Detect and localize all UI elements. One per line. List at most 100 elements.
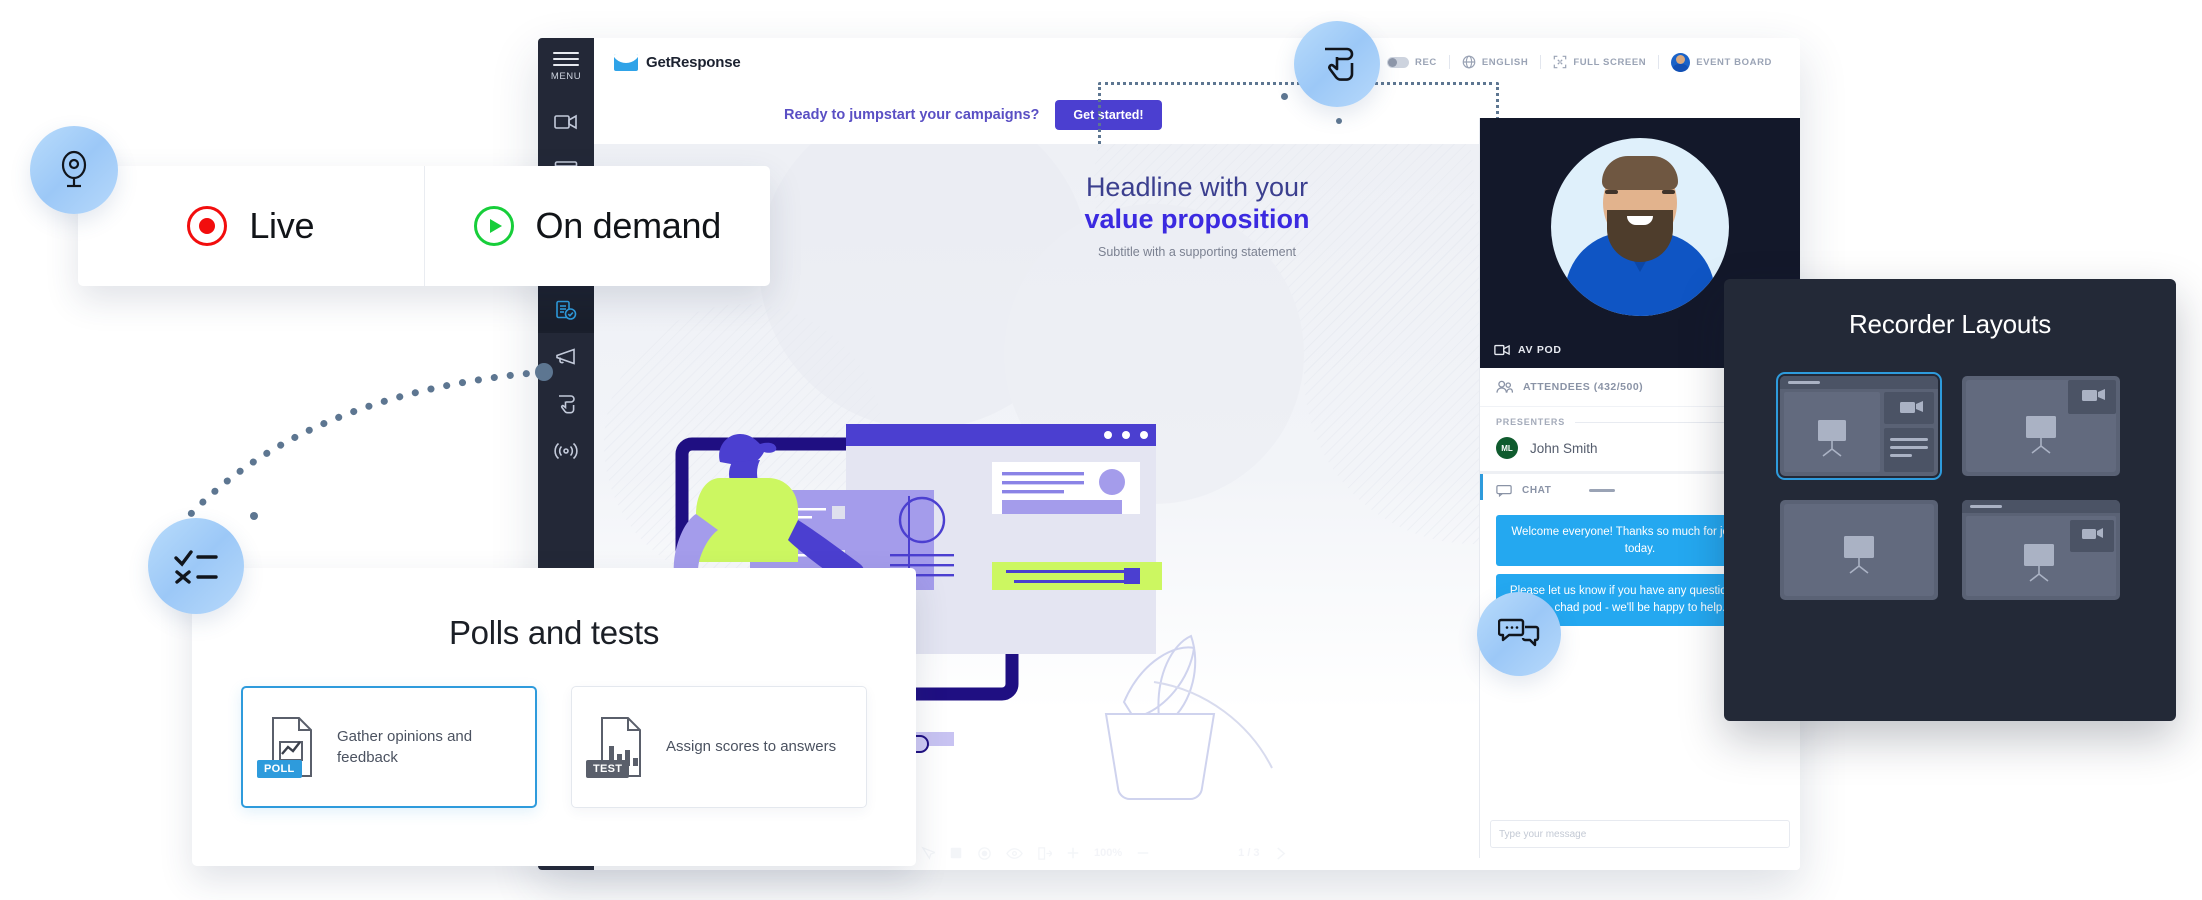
- av-pod-label: AV POD: [1518, 344, 1562, 356]
- sidebar-item-video[interactable]: [538, 98, 594, 145]
- mode-option-on-demand[interactable]: On demand: [423, 166, 771, 286]
- test-tag: TEST: [586, 760, 630, 778]
- rec-label: REC: [1415, 56, 1437, 68]
- topbar-actions: REC ENGLISH FULL SCREEN EVENT BOARD: [1375, 52, 1800, 72]
- zoom-out-icon[interactable]: [1136, 846, 1150, 860]
- screenshot-stage: MENU GetResponse REC ENGLISH FULL SCREEN…: [0, 0, 2202, 900]
- eye-icon[interactable]: [1006, 847, 1023, 860]
- record-icon[interactable]: [977, 846, 992, 861]
- envelope-icon: [614, 53, 638, 71]
- presenter-video-thumbnail: [1551, 138, 1729, 316]
- presenter-name: John Smith: [1530, 440, 1598, 456]
- sidebar-item-broadcast[interactable]: [538, 427, 594, 474]
- webinar-topbar: GetResponse REC ENGLISH FULL SCREEN EVEN…: [594, 38, 1800, 87]
- brand-logo: GetResponse: [614, 53, 741, 71]
- test-document-icon: TEST: [586, 716, 648, 778]
- decorative-dot: [250, 512, 258, 520]
- layout-screen-with-cam-and-chat[interactable]: [1776, 372, 1942, 480]
- polls-and-tests-card: Polls and tests POLL Gather opinions and…: [192, 568, 916, 866]
- chat-icon: [1496, 484, 1512, 497]
- attendees-label: ATTENDEES (432/500): [1523, 381, 1644, 393]
- next-page-icon[interactable]: [1274, 846, 1287, 861]
- people-icon: [1496, 380, 1513, 393]
- video-camera-icon: [554, 114, 577, 129]
- recorder-layouts-title: Recorder Layouts: [1848, 309, 2052, 339]
- fullscreen-icon: [1554, 55, 1567, 69]
- presenters-header-label: PRESENTERS: [1496, 417, 1566, 427]
- presenter-eye-right: [1662, 190, 1675, 194]
- recorder-layouts-grid: [1724, 372, 2176, 600]
- sidebar-icon-list: [538, 98, 594, 474]
- thumb-graphic: [1966, 380, 2116, 472]
- decorative-dot: [1336, 118, 1342, 124]
- fullscreen-button[interactable]: FULL SCREEN: [1541, 55, 1658, 69]
- thumb-graphic: [1784, 504, 1934, 596]
- decorative-dot: [1281, 93, 1288, 100]
- play-circle-icon: [473, 206, 514, 246]
- rec-toggle-button[interactable]: REC: [1375, 56, 1449, 68]
- av-pod-label-row: AV POD: [1494, 344, 1562, 356]
- avatar: [1671, 52, 1691, 72]
- sidebar-item-polls[interactable]: [538, 286, 594, 333]
- cta-hand-icon: [1325, 47, 1354, 81]
- poll-option-test[interactable]: TEST Assign scores to answers: [571, 686, 867, 808]
- polls-card-title: Polls and tests: [448, 614, 660, 651]
- sidebar-item-click-action[interactable]: [538, 380, 594, 427]
- cursor-icon[interactable]: [920, 846, 935, 861]
- mode-option-live-label: Live: [249, 205, 315, 246]
- layout-screen-with-cam-overlay[interactable]: [1962, 376, 2120, 476]
- presenter-eye-left: [1605, 190, 1618, 194]
- sidebar-menu-label: MENU: [550, 71, 582, 82]
- thumb-titlebar: [1780, 376, 1938, 389]
- sidebar-item-call-to-action[interactable]: [538, 333, 594, 380]
- thumb-graphic: [1784, 392, 1934, 472]
- mode-selector-card: Live On demand: [78, 166, 770, 286]
- recorder-layouts-panel: Recorder Layouts: [1724, 279, 2176, 721]
- poll-option-poll[interactable]: POLL Gather opinions and feedback: [241, 686, 537, 808]
- chat-input[interactable]: Type your message: [1490, 820, 1790, 848]
- sidebar-menu-button[interactable]: MENU: [538, 38, 594, 82]
- webcam-icon: [61, 150, 87, 188]
- poll-tag: POLL: [257, 760, 302, 778]
- chat-header-label: CHAT: [1522, 485, 1552, 496]
- event-board-button[interactable]: EVENT BOARD: [1659, 52, 1784, 72]
- layout-browser-with-cam-overlay[interactable]: [1962, 500, 2120, 600]
- video-camera-icon: [1494, 344, 1510, 356]
- cta-hand-icon: [559, 394, 575, 413]
- shape-icon[interactable]: [949, 846, 963, 860]
- brand-name: GetResponse: [646, 53, 741, 71]
- poll-option-poll-text: Gather opinions and feedback: [337, 727, 473, 766]
- align-icon[interactable]: [1037, 846, 1052, 861]
- floating-badge-chat[interactable]: [1477, 592, 1561, 676]
- broadcast-icon: [554, 442, 578, 459]
- polls-check-cross-icon: [174, 550, 218, 584]
- floating-badge-polls[interactable]: [148, 518, 244, 614]
- polls-options-row: POLL Gather opinions and feedback TEST A…: [192, 652, 916, 808]
- chat-drag-handle[interactable]: [1589, 489, 1616, 492]
- page-indicator-label: 1 / 3: [1238, 847, 1260, 859]
- thumb-titlebar: [1962, 500, 2120, 513]
- chat-accent-bar: [1480, 474, 1483, 500]
- chat-bubbles-icon: [1498, 618, 1540, 647]
- mode-option-on-demand-label: On demand: [535, 205, 722, 246]
- megaphone-icon: [556, 347, 575, 365]
- toggle-switch-icon: [1387, 56, 1410, 68]
- globe-icon: [1462, 55, 1476, 69]
- event-board-label: EVENT BOARD: [1696, 56, 1772, 68]
- presenter-avatar: ML: [1496, 437, 1518, 459]
- hamburger-icon: [553, 52, 579, 67]
- floating-badge-cta-hand[interactable]: [1294, 21, 1380, 107]
- mode-option-live[interactable]: Live: [78, 166, 424, 286]
- presenter-hair: [1602, 156, 1678, 190]
- zoom-level-label: 100%: [1094, 847, 1123, 859]
- fullscreen-label: FULL SCREEN: [1573, 56, 1647, 68]
- floating-badge-webcam[interactable]: [30, 126, 118, 214]
- language-button[interactable]: ENGLISH: [1450, 55, 1540, 69]
- language-label: ENGLISH: [1481, 56, 1529, 68]
- cta-banner-text: Ready to jumpstart your campaigns?: [784, 107, 1040, 123]
- get-started-button[interactable]: Get started!: [1055, 100, 1162, 130]
- thumb-graphic: [1966, 516, 2116, 596]
- zoom-in-icon[interactable]: [1066, 846, 1080, 860]
- polls-icon: [556, 300, 577, 320]
- layout-screen-only[interactable]: [1780, 500, 1938, 600]
